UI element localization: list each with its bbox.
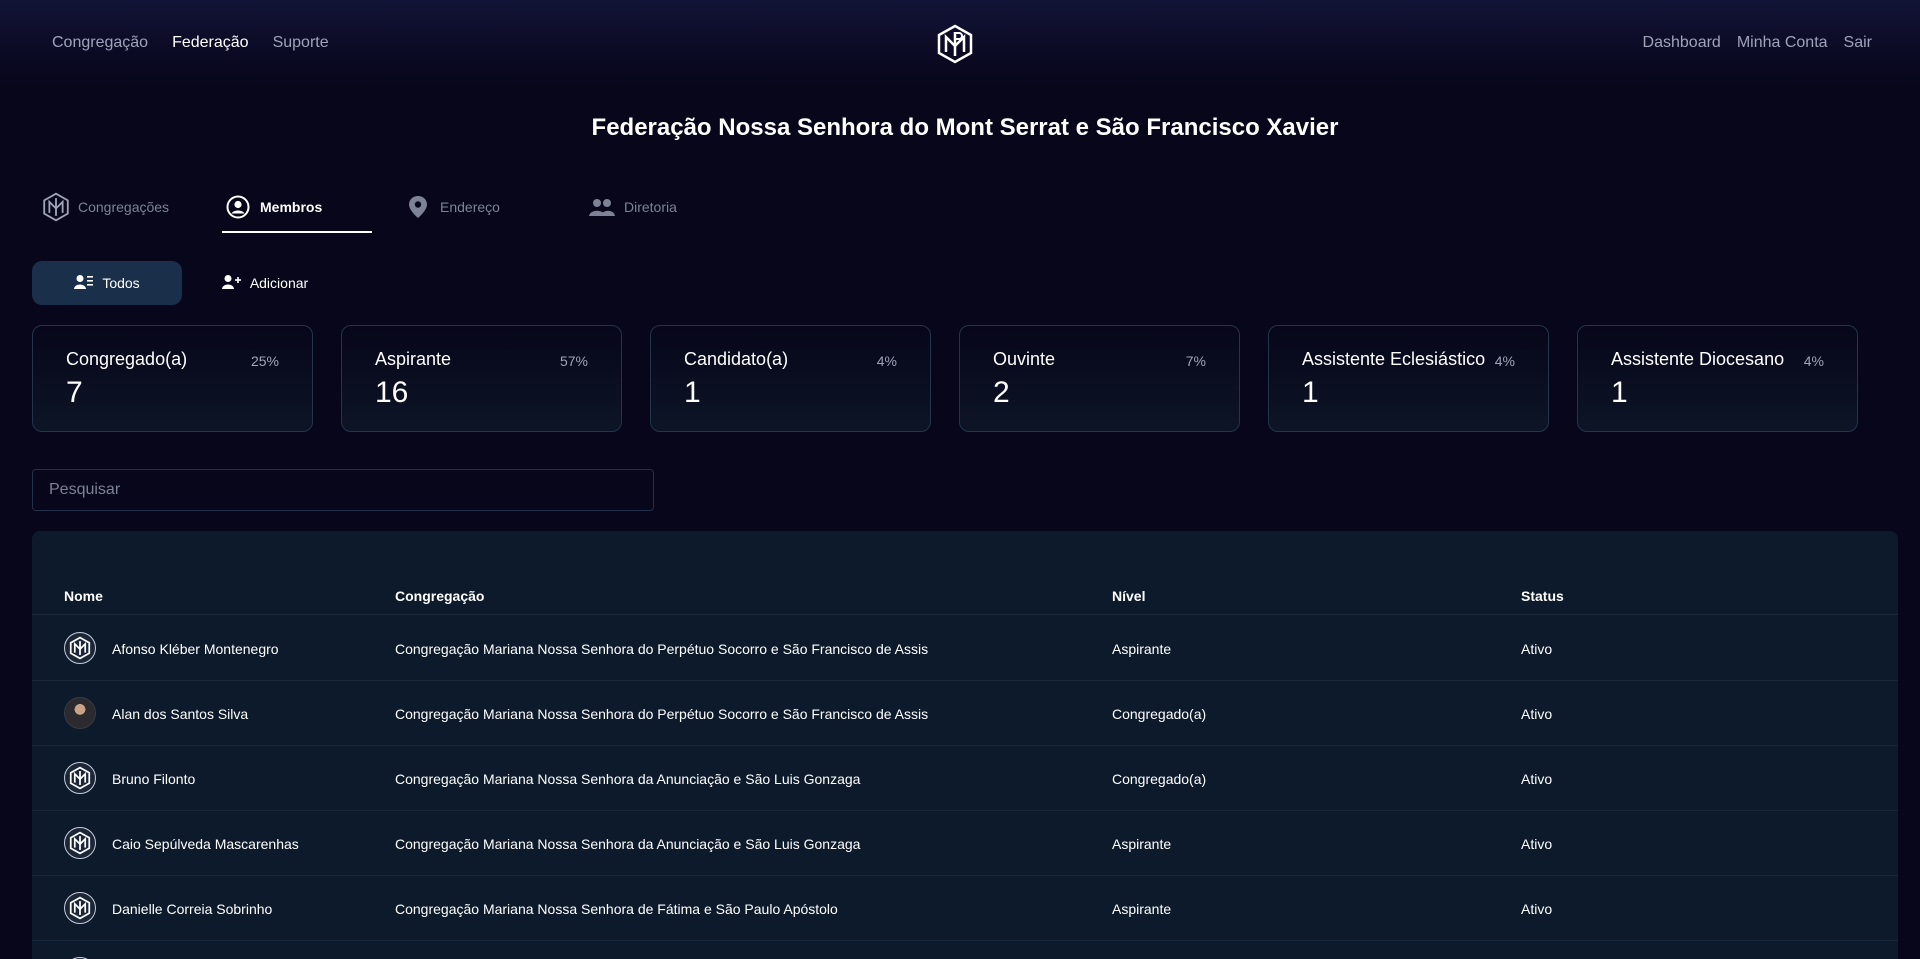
- member-congregation: Congregação Mariana Nossa Senhora do Per…: [395, 706, 929, 722]
- header-nome[interactable]: Nome: [64, 588, 103, 604]
- avatar: [64, 827, 96, 859]
- stat-percent: 4%: [876, 353, 897, 369]
- member-status: Ativo: [1521, 771, 1553, 787]
- member-status: Ativo: [1521, 706, 1553, 722]
- nav-minha-conta[interactable]: Minha Conta: [1737, 34, 1828, 52]
- nav-congregacao[interactable]: Congregação: [52, 34, 148, 52]
- members-table: Nome Congregação Nível Status Afonso Klé…: [32, 531, 1898, 959]
- tab-endereco[interactable]: Endereço: [404, 180, 500, 234]
- avatar: [64, 632, 96, 664]
- avatar: [64, 697, 96, 729]
- logo-icon: [69, 831, 91, 855]
- stat-percent: 4%: [1494, 353, 1515, 369]
- user-list-icon: [74, 274, 94, 293]
- map-pin-icon: [404, 193, 432, 221]
- tab-label: Congregações: [78, 199, 170, 215]
- member-level: Congregado(a): [1112, 771, 1207, 787]
- member-level: Congregado(a): [1112, 706, 1207, 722]
- user-plus-icon: [221, 274, 242, 293]
- logo-icon: [42, 192, 70, 222]
- stat-card-candidato: Candidato(a) 4% 1: [650, 325, 931, 432]
- member-level: Aspirante: [1112, 901, 1172, 917]
- stat-percent: 4%: [1803, 353, 1824, 369]
- logo-icon: [69, 896, 91, 920]
- stat-card-aspirante: Aspirante 57% 16: [341, 325, 622, 432]
- stat-percent: 57%: [559, 353, 588, 369]
- stat-percent: 7%: [1185, 353, 1206, 369]
- users-icon: [588, 193, 616, 221]
- top-navbar: Congregação Federação Suporte Dashboard …: [0, 0, 1920, 88]
- member-level: Aspirante: [1112, 836, 1172, 852]
- table-row[interactable]: Afonso Kléber Montenegro Congregação Mar…: [32, 616, 1898, 681]
- nav-suporte[interactable]: Suporte: [273, 34, 329, 52]
- header-congregacao[interactable]: Congregação: [395, 588, 484, 604]
- avatar: [64, 762, 96, 794]
- user-circle-icon: [224, 193, 252, 221]
- member-congregation: Congregação Mariana Nossa Senhora do Per…: [395, 641, 929, 657]
- stat-card-congregado: Congregado(a) 25% 7: [32, 325, 313, 432]
- table-row[interactable]: Alan dos Santos Silva Congregação Marian…: [32, 681, 1898, 746]
- todos-button[interactable]: Todos: [32, 261, 182, 305]
- member-name: Danielle Correia Sobrinho: [112, 901, 273, 917]
- stat-value: 1: [1611, 376, 1628, 409]
- todos-label: Todos: [102, 275, 140, 291]
- adicionar-label: Adicionar: [249, 275, 309, 291]
- logo-icon: [69, 636, 91, 660]
- stat-label: Assistente Diocesano: [1611, 349, 1785, 369]
- table-header: Nome Congregação Nível Status: [32, 571, 1898, 615]
- main-nav: Congregação Federação Suporte: [52, 34, 329, 52]
- stat-label: Ouvinte: [993, 349, 1056, 369]
- tab-membros[interactable]: Membros: [224, 180, 322, 234]
- member-status: Ativo: [1521, 641, 1553, 657]
- account-nav: Dashboard Minha Conta Sair: [1643, 34, 1872, 52]
- active-tab-indicator: [222, 231, 372, 233]
- stat-label: Congregado(a): [66, 349, 188, 369]
- header-nivel[interactable]: Nível: [1112, 588, 1145, 604]
- nav-sair[interactable]: Sair: [1844, 34, 1872, 52]
- member-congregation: Congregação Mariana Nossa Senhora de Fát…: [395, 901, 838, 917]
- member-name: Afonso Kléber Montenegro: [112, 641, 279, 657]
- stat-value: 2: [993, 376, 1010, 409]
- member-name: Bruno Filonto: [112, 771, 196, 787]
- tab-congregacoes[interactable]: Congregações: [42, 180, 169, 234]
- logo-icon: [69, 766, 91, 790]
- tab-diretoria[interactable]: Diretoria: [588, 180, 677, 234]
- stat-label: Assistente Eclesiástico: [1302, 349, 1486, 369]
- stat-label: Candidato(a): [684, 349, 789, 369]
- stat-value: 1: [1302, 376, 1319, 409]
- tab-label: Endereço: [440, 199, 500, 215]
- adicionar-button[interactable]: Adicionar: [190, 261, 340, 305]
- search-input[interactable]: [32, 469, 654, 511]
- stat-value: 7: [66, 376, 83, 409]
- member-name: Alan dos Santos Silva: [112, 706, 249, 722]
- member-congregation: Congregação Mariana Nossa Senhora da Anu…: [395, 836, 861, 852]
- header-status[interactable]: Status: [1521, 588, 1564, 604]
- member-status: Ativo: [1521, 901, 1553, 917]
- stat-percent: 25%: [250, 353, 279, 369]
- member-name: Caio Sepúlveda Mascarenhas: [112, 836, 299, 852]
- table-row-partial[interactable]: [32, 941, 1898, 959]
- page-title: Federação Nossa Senhora do Mont Serrat e…: [591, 114, 1339, 141]
- nav-federacao[interactable]: Federação: [172, 34, 249, 52]
- member-status: Ativo: [1521, 836, 1553, 852]
- brand-logo-icon[interactable]: [936, 24, 974, 64]
- nav-dashboard[interactable]: Dashboard: [1643, 34, 1721, 52]
- stat-card-ouvinte: Ouvinte 7% 2: [959, 325, 1240, 432]
- stat-label: Aspirante: [375, 349, 452, 369]
- stat-value: 1: [684, 376, 701, 409]
- tab-label: Diretoria: [624, 199, 677, 215]
- stat-card-assistente-diocesano: Assistente Diocesano 4% 1: [1577, 325, 1858, 432]
- member-actions: Todos Adicionar: [32, 261, 340, 305]
- avatar: [64, 892, 96, 924]
- member-congregation: Congregação Mariana Nossa Senhora da Anu…: [395, 771, 861, 787]
- tab-label: Membros: [260, 199, 323, 215]
- stat-value: 16: [375, 376, 409, 409]
- table-row[interactable]: Bruno Filonto Congregação Mariana Nossa …: [32, 746, 1898, 811]
- member-level: Aspirante: [1112, 641, 1172, 657]
- table-row[interactable]: Danielle Correia Sobrinho Congregação Ma…: [32, 876, 1898, 941]
- stat-card-assistente-eclesiastico: Assistente Eclesiástico 4% 1: [1268, 325, 1549, 432]
- table-row[interactable]: Caio Sepúlveda Mascarenhas Congregação M…: [32, 811, 1898, 876]
